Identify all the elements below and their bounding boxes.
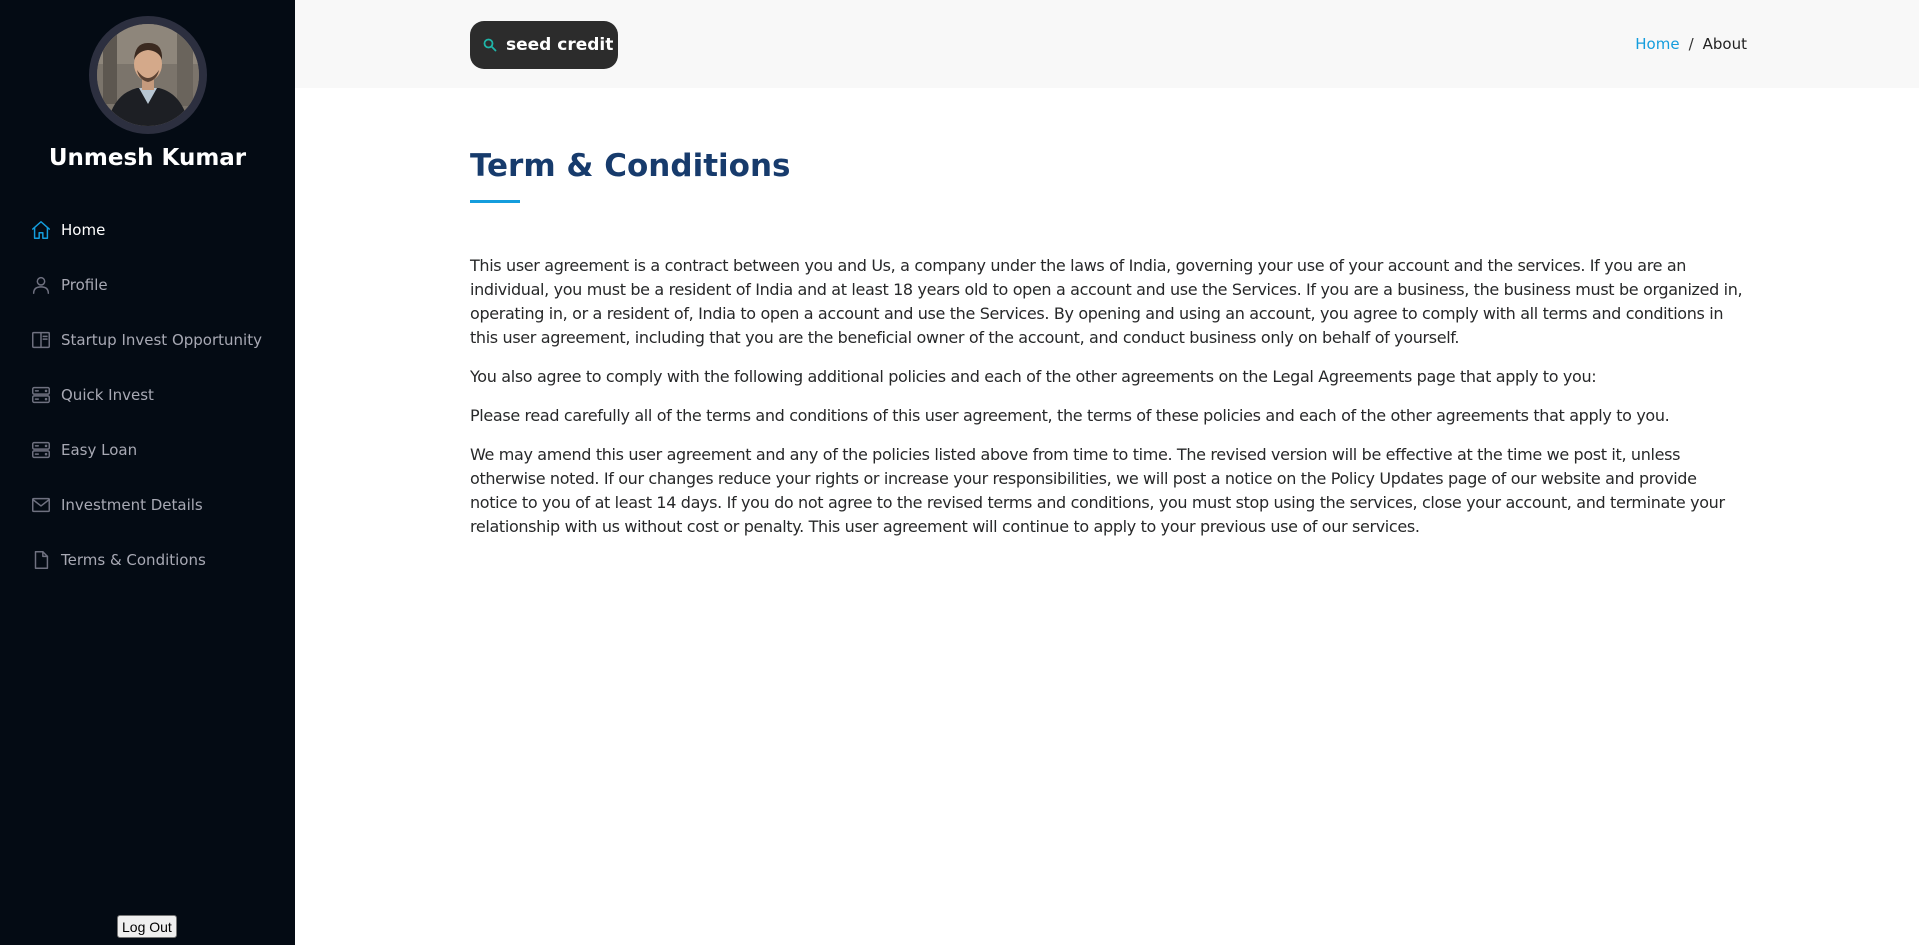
sidebar-item-label: Profile xyxy=(61,275,108,294)
person-icon xyxy=(30,274,52,296)
sidebar-item-startup-invest-opportunity[interactable]: Startup Invest Opportunity xyxy=(0,312,295,367)
sidebar-item-profile[interactable]: Profile xyxy=(0,257,295,312)
sidebar-nav: Home Profile Startup Invest Opportunity … xyxy=(0,202,295,587)
logout-button[interactable]: Log Out xyxy=(117,915,177,938)
sidebar-item-label: Home xyxy=(61,220,106,239)
avatar xyxy=(89,16,207,134)
sidebar-item-terms-conditions[interactable]: Terms & Conditions xyxy=(0,532,295,587)
brand-name: seed credit xyxy=(506,35,614,55)
breadcrumb-home-link[interactable]: Home xyxy=(1635,35,1679,53)
sidebar-item-investment-details[interactable]: Investment Details xyxy=(0,477,295,532)
sidebar-item-quick-invest[interactable]: Quick Invest xyxy=(0,367,295,422)
terms-paragraph: You also agree to comply with the follow… xyxy=(470,367,1597,386)
breadcrumb-separator: / xyxy=(1688,35,1694,53)
main-content: Term & Conditions This user agreement is… xyxy=(470,88,1748,554)
profile-name: Unmesh Kumar xyxy=(48,145,247,171)
terms-paragraph: Please read carefully all of the terms a… xyxy=(470,406,1670,425)
server-icon xyxy=(30,384,52,406)
terms-paragraph: We may amend this user agreement and any… xyxy=(470,445,1725,536)
sidebar-item-label: Terms & Conditions xyxy=(61,550,206,569)
header: seed credit Home / About xyxy=(295,0,1919,88)
server-icon xyxy=(30,439,52,461)
sidebar: Unmesh Kumar Home Profile Startup Invest… xyxy=(0,0,295,945)
book-icon xyxy=(30,329,52,351)
terms-paragraph: This user agreement is a contract betwee… xyxy=(470,256,1743,347)
sidebar-item-label: Startup Invest Opportunity xyxy=(61,330,262,349)
sidebar-item-home[interactable]: Home xyxy=(0,202,295,257)
home-icon xyxy=(30,219,52,241)
sidebar-item-label: Investment Details xyxy=(61,495,203,514)
page-title: Term & Conditions xyxy=(470,148,791,184)
search-icon xyxy=(482,36,500,54)
title-underline xyxy=(470,200,520,203)
envelope-icon xyxy=(30,494,52,516)
sidebar-item-label: Quick Invest xyxy=(61,385,154,404)
breadcrumb: Home / About xyxy=(1635,35,1747,53)
breadcrumb-current: About xyxy=(1702,35,1747,53)
brand-logo[interactable]: seed credit xyxy=(470,21,618,69)
sidebar-item-easy-loan[interactable]: Easy Loan xyxy=(0,422,295,477)
sidebar-item-label: Easy Loan xyxy=(61,440,138,459)
terms-content: This user agreement is a contract betwee… xyxy=(470,254,1748,539)
file-icon xyxy=(30,549,52,571)
